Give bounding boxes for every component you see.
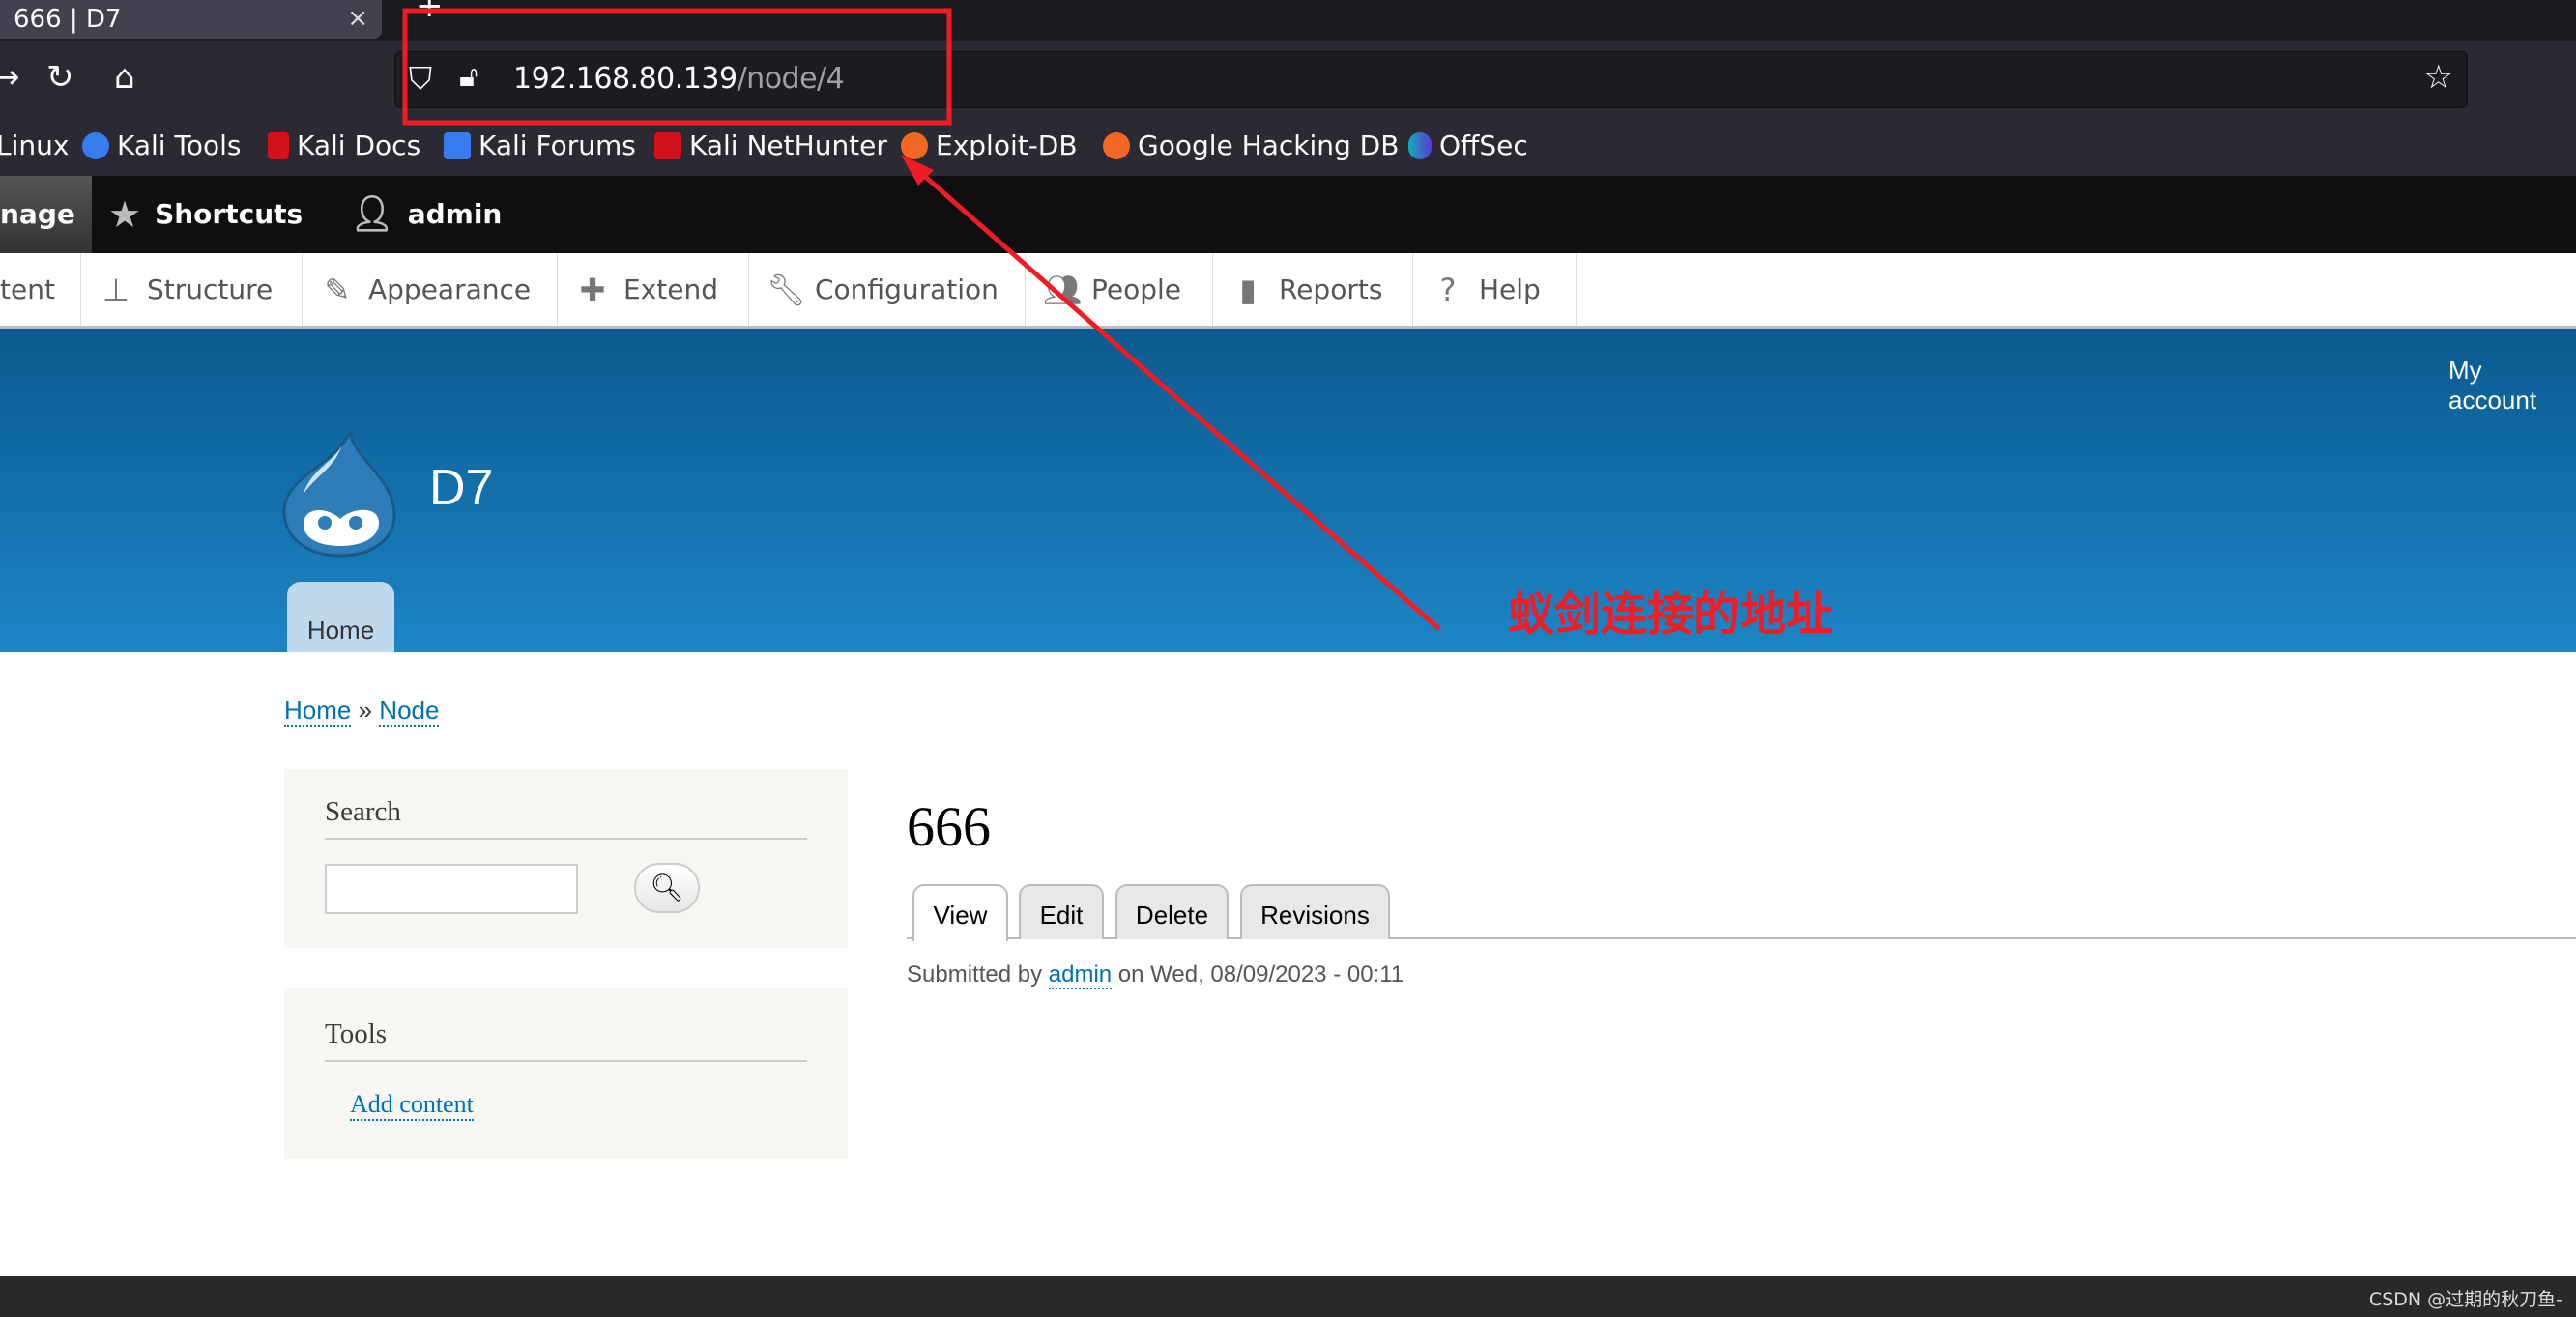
sitemap-icon: ⊥ [102, 271, 130, 308]
menu-people[interactable]: 👥︎ People [1026, 253, 1213, 326]
annotation-text: 蚁剑连接的地址 [1508, 587, 1834, 642]
menu-help[interactable]: ? Help [1413, 253, 1577, 326]
search-input[interactable] [325, 864, 578, 914]
shortcuts-button[interactable]: ★ Shortcuts [108, 176, 303, 253]
breadcrumb: Home » Node [284, 696, 440, 727]
wrench-icon: 🔧︎ [767, 271, 806, 308]
page-title: 666 [907, 795, 991, 858]
tools-block-title: Tools [325, 1018, 807, 1062]
drupal-admin-toolbar: nage ★ Shortcuts 👤︎ admin [0, 176, 2576, 253]
tab-edit[interactable]: Edit [1019, 884, 1104, 939]
reload-icon[interactable]: ↻ [46, 58, 74, 97]
bookmark-exploit-db[interactable]: Exploit-DB [901, 129, 1078, 161]
kali-nethunter-icon [654, 131, 681, 159]
ghdb-icon [1103, 131, 1130, 159]
bookmark-google-hacking-db[interactable]: Google Hacking DB [1103, 129, 1399, 161]
bookmark-offsec[interactable]: OffSec [1408, 129, 1528, 161]
kali-forums-icon [444, 131, 471, 159]
tab-revisions[interactable]: Revisions [1240, 884, 1390, 939]
author-link[interactable]: admin [1048, 961, 1113, 989]
tab-title: 666 | D7 [14, 5, 122, 34]
submitted-info: Submitted by admin on Wed, 08/09/2023 - … [907, 961, 1404, 989]
search-button[interactable]: 🔍︎ [634, 863, 700, 913]
forward-icon[interactable]: → [0, 58, 20, 97]
site-name[interactable]: D7 [429, 459, 493, 517]
breadcrumb-home[interactable]: Home [284, 696, 352, 727]
user-icon: 👤︎ [350, 194, 394, 234]
menu-appearance[interactable]: ✎ Appearance [303, 253, 558, 326]
bookmark-kali-forums[interactable]: Kali Forums [444, 129, 636, 161]
help-icon: ? [1439, 271, 1457, 308]
nav-toolbar: → ↻ ⌂ ⛉ 🔓︎ 192.168.80.139/node/4 ☆ [0, 41, 2576, 118]
bookmark-kali-nethunter[interactable]: Kali NetHunter [654, 129, 887, 161]
user-button[interactable]: 👤︎ admin [350, 176, 502, 253]
site-header: My account D7 Home [0, 329, 2576, 652]
menu-content[interactable]: tent [0, 253, 81, 326]
bookmarks-bar: Linux Kali Tools Kali Docs Kali Forums K… [0, 118, 2576, 176]
bookmark-star-icon[interactable]: ☆ [2424, 58, 2453, 97]
search-block: Search 🔍︎ [284, 769, 848, 948]
breadcrumb-separator: » [358, 696, 373, 725]
admin-menu: tent ⊥ Structure ✎ Appearance ✚ Extend 🔧︎ Co… [0, 253, 2576, 329]
kali-docs-icon [268, 131, 289, 159]
home-icon[interactable]: ⌂ [114, 58, 135, 97]
offsec-icon [1408, 131, 1432, 159]
exploit-db-icon [901, 131, 928, 159]
menu-structure[interactable]: ⊥ Structure [81, 253, 303, 326]
insecure-lock-icon[interactable]: 🔓︎ [459, 60, 478, 94]
bookmark-linux[interactable]: Linux [0, 129, 69, 161]
bookmark-kali-tools[interactable]: Kali Tools [82, 129, 241, 161]
tab-delete[interactable]: Delete [1115, 884, 1229, 939]
tab-strip: 666 | D7 × + [0, 0, 2576, 41]
add-content-link[interactable]: Add content [350, 1090, 474, 1121]
brush-icon: ✎ [324, 271, 351, 308]
browser-tab[interactable]: 666 | D7 × [0, 0, 382, 39]
menu-configuration[interactable]: 🔧︎ Configuration [749, 253, 1026, 326]
new-tab-icon[interactable]: + [416, 0, 444, 25]
puzzle-icon: ✚ [579, 271, 606, 308]
kali-tools-icon [82, 131, 109, 159]
tab-view[interactable]: View [912, 884, 1008, 941]
star-icon: ★ [108, 193, 142, 236]
manage-button[interactable]: nage [0, 176, 92, 253]
people-icon: 👥︎ [1043, 271, 1083, 308]
drupal-logo[interactable] [282, 430, 396, 558]
url-text[interactable]: 192.168.80.139/node/4 [513, 62, 845, 96]
breadcrumb-node[interactable]: Node [379, 696, 440, 727]
footer-bar: CSDN @过期的秋刀鱼- [0, 1276, 2576, 1317]
close-tab-icon[interactable]: × [347, 4, 368, 33]
search-icon: 🔍︎ [650, 872, 684, 903]
watermark: CSDN @过期的秋刀鱼- [2368, 1289, 2562, 1310]
search-block-title: Search [325, 796, 807, 840]
menu-reports[interactable]: ▮ Reports [1213, 253, 1413, 326]
node-tabs: View Edit Delete Revisions [907, 884, 2576, 941]
url-bar[interactable]: ⛉ 🔓︎ 192.168.80.139/node/4 ☆ [394, 51, 2468, 108]
main-menu-home[interactable]: Home [287, 582, 394, 652]
bar-chart-icon: ▮ [1239, 271, 1257, 308]
menu-extend[interactable]: ✚ Extend [558, 253, 749, 326]
shield-icon[interactable]: ⛉ [409, 60, 432, 98]
bookmark-kali-docs[interactable]: Kali Docs [268, 129, 420, 161]
tools-block: Tools Add content [284, 988, 848, 1159]
my-account-link[interactable]: My account [2448, 356, 2576, 415]
